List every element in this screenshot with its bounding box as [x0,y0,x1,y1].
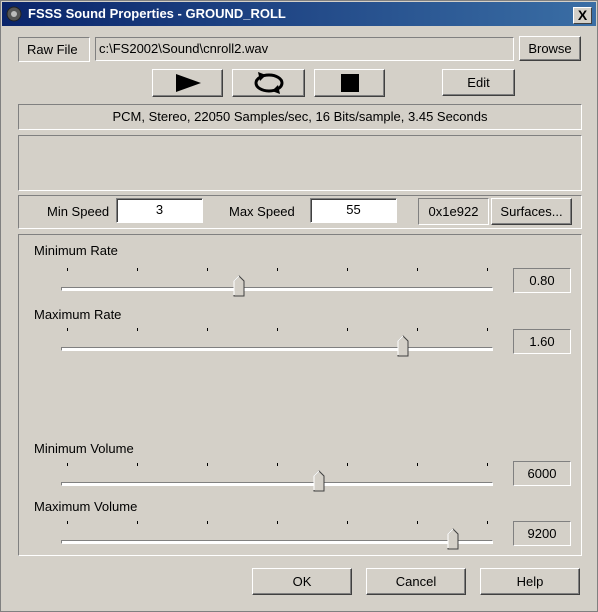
slider-tick [67,521,68,524]
browse-button[interactable]: Browse [519,36,581,61]
ok-button[interactable]: OK [252,568,352,595]
slider-tick [487,328,488,331]
slider-thumb[interactable] [313,470,325,492]
slider-tick [347,268,348,271]
file-path-field: c:\FS2002\Sound\cnroll2.wav [95,37,514,61]
info-panel: PCM, Stereo, 22050 Samples/sec, 16 Bits/… [18,104,582,130]
slider-tick [207,268,208,271]
maximum-rate-slider[interactable] [61,328,493,358]
slider-tick [417,463,418,466]
slider-tick [417,328,418,331]
max-speed-value: 55 [346,202,361,217]
slider-track[interactable] [61,347,493,351]
window-title: FSSS Sound Properties - GROUND_ROLL [28,6,286,21]
slider-tick [137,521,138,524]
file-path: c:\FS2002\Sound\cnroll2.wav [99,41,269,56]
minimum-rate-value: 0.80 [513,268,571,293]
close-button[interactable]: X [573,7,592,24]
slider-tick [67,328,68,331]
help-button[interactable]: Help [480,568,580,595]
dialog-window: FSSS Sound Properties - GROUND_ROLL X Ra… [0,0,598,612]
max-speed-input[interactable]: 55 [310,198,397,223]
surfaces-label: Surfaces... [500,204,563,219]
play-button[interactable] [152,69,223,97]
ok-label: OK [292,574,312,589]
slider-tick [137,463,138,466]
raw-file-label: Raw File [27,42,78,57]
slider-tick [207,463,208,466]
stop-icon [340,74,359,92]
slider-tick [417,521,418,524]
surface-flags-value: 0x1e922 [428,204,479,219]
speaker-icon [6,6,22,22]
cancel-button[interactable]: Cancel [366,568,466,595]
minimum-volume-value: 6000 [513,461,571,486]
edit-label: Edit [467,75,490,90]
slider-tick [207,521,208,524]
slider-tick [417,268,418,271]
slider-thumb[interactable] [447,528,459,550]
slider-tick [277,521,278,524]
maximum-volume-slider[interactable] [61,521,493,551]
maximum-volume-value: 9200 [513,521,571,546]
loop-icon [254,72,283,94]
raw-file-box: Raw File [18,37,90,62]
slider-tick [277,268,278,271]
slider-thumb[interactable] [233,275,245,297]
slider-track[interactable] [61,482,493,486]
slider-tick [347,463,348,466]
loop-button[interactable] [232,69,305,97]
minimum-volume-slider[interactable] [61,463,493,493]
slider-label: Maximum Rate [34,307,122,322]
minimum-rate-slider[interactable] [61,268,493,298]
min-speed-label: Min Speed [47,204,110,219]
slider-tick [487,268,488,271]
slider-tick [487,463,488,466]
slider-tick [67,268,68,271]
slider-tick [137,328,138,331]
max-speed-label: Max Speed [229,204,295,219]
slider-thumb[interactable] [397,335,409,357]
help-label: Help [516,574,544,589]
slider-tick [277,328,278,331]
surface-flags-display: 0x1e922 [418,198,489,225]
slider-tick [137,268,138,271]
maximum-rate-value: 1.60 [513,329,571,354]
slider-tick [487,521,488,524]
browse-label: Browse [528,41,572,56]
slider-label: Maximum Volume [34,499,138,514]
slider-label: Minimum Rate [34,243,118,258]
edit-button[interactable]: Edit [442,69,515,96]
slider-tick [347,328,348,331]
min-speed-input[interactable]: 3 [116,198,203,223]
title-bar[interactable]: FSSS Sound Properties - GROUND_ROLL X [2,2,596,26]
waveform-panel [18,135,582,191]
slider-track[interactable] [61,287,493,291]
slider-label: Minimum Volume [34,441,134,456]
stop-button[interactable] [314,69,385,97]
min-speed-value: 3 [155,202,164,217]
slider-tick [277,463,278,466]
sound-format-info: PCM, Stereo, 22050 Samples/sec, 16 Bits/… [112,109,488,124]
slider-tick [67,463,68,466]
slider-track[interactable] [61,540,493,544]
sliders-panel: Minimum Rate 0.80 Maximum Rate 1.60 Mini… [18,234,582,556]
cancel-label: Cancel [395,574,437,589]
play-icon [175,74,201,92]
slider-tick [207,328,208,331]
slider-tick [347,521,348,524]
surfaces-button[interactable]: Surfaces... [491,198,572,225]
